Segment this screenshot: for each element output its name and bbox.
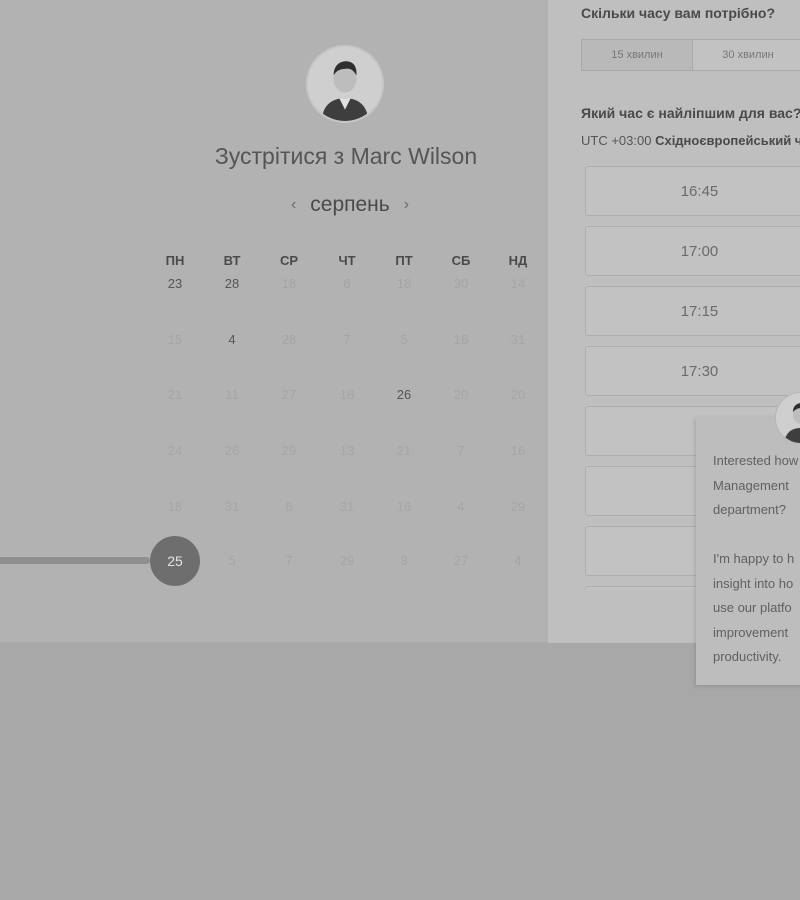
calendar-day: 29 bbox=[281, 443, 297, 458]
calendar-day: 27 bbox=[453, 553, 469, 568]
weekday-label: СБ bbox=[451, 253, 471, 268]
calendar-day: 5 bbox=[228, 553, 236, 568]
month-navigation: ‹ серпень › bbox=[270, 191, 430, 219]
chat-message-line: improvement bbox=[713, 624, 789, 640]
time-slot-label: 17:30 bbox=[680, 362, 719, 380]
calendar-day: 31 bbox=[224, 499, 240, 514]
calendar-day: 18 bbox=[396, 276, 412, 291]
chat-message-line: department? bbox=[713, 502, 786, 517]
chat-message-line bbox=[713, 523, 800, 548]
meet-title: Зустрітися з Marc Wilson bbox=[214, 143, 478, 169]
calendar-day: 13 bbox=[339, 443, 355, 458]
time-slot-label: 17:00 bbox=[680, 242, 719, 260]
time-slot-button[interactable]: 17:00 bbox=[585, 226, 800, 276]
calendar-day: 20 bbox=[510, 387, 526, 402]
calendar-day: 18 bbox=[339, 387, 355, 402]
date-progress-track bbox=[0, 557, 150, 564]
calendar-day: 18 bbox=[167, 499, 183, 514]
chat-message-line: Interested how bbox=[713, 453, 799, 468]
calendar-day[interactable]: 4 bbox=[212, 330, 252, 350]
chat-message-line: productivity. bbox=[713, 649, 782, 664]
calendar-day: 4 bbox=[514, 553, 522, 568]
calendar-day: 14 bbox=[510, 276, 526, 291]
calendar-day: 20 bbox=[453, 387, 469, 402]
weekday-label: ЧТ bbox=[338, 253, 356, 268]
weekday-label: НД bbox=[508, 253, 528, 268]
weekday-label: ВТ bbox=[223, 253, 241, 268]
calendar-day: 29 bbox=[339, 553, 355, 568]
calendar-day: 27 bbox=[281, 387, 297, 402]
weekday-label: ПН bbox=[165, 253, 185, 268]
calendar-day: 31 bbox=[510, 332, 526, 347]
calendar-day: 26 bbox=[224, 443, 240, 458]
calendar-day: 4 bbox=[457, 499, 465, 514]
calendar-day: 16 bbox=[510, 443, 526, 458]
calendar-day: 21 bbox=[167, 387, 183, 402]
calendar-day: 16 bbox=[396, 499, 412, 514]
calendar-day: 7 bbox=[457, 443, 465, 458]
next-month-button[interactable]: › bbox=[404, 196, 409, 214]
calendar-day: 15 bbox=[167, 332, 183, 347]
calendar-day[interactable]: 28 bbox=[212, 274, 252, 294]
calendar-day: 6 bbox=[343, 276, 351, 291]
calendar-day: 8 bbox=[285, 499, 293, 514]
calendar-day: 11 bbox=[225, 387, 239, 402]
calendar-day: 30 bbox=[453, 276, 469, 291]
calendar-day-selected[interactable]: 25 bbox=[150, 536, 200, 586]
chat-message: Interested how Management department? I'm h… bbox=[713, 449, 800, 670]
weekday-label: СР bbox=[279, 253, 299, 268]
calendar-day: 5 bbox=[400, 332, 408, 347]
calendar-day: 7 bbox=[343, 332, 351, 347]
chat-message-line: insight into ho bbox=[713, 575, 794, 591]
chat-message-line: Management bbox=[713, 477, 789, 493]
calendar-day: 16 bbox=[453, 332, 469, 347]
calendar-day: 3 bbox=[400, 553, 408, 568]
weekday-label: ПТ bbox=[395, 253, 413, 268]
calendar-day[interactable]: 23 bbox=[155, 274, 195, 294]
calendar-day: 24 bbox=[167, 443, 183, 458]
time-slot-label: 17:15 bbox=[680, 302, 719, 320]
calendar-day[interactable]: 26 bbox=[384, 385, 424, 405]
calendar-day: 31 bbox=[339, 499, 355, 514]
chat-message-line: use our platfo bbox=[713, 600, 792, 615]
calendar-panel bbox=[0, 0, 548, 642]
calendar-day: 21 bbox=[396, 443, 412, 458]
calendar-day: 7 bbox=[285, 553, 293, 568]
time-slot-button[interactable]: 17:15 bbox=[585, 286, 800, 336]
time-slot-button[interactable]: 17:30 bbox=[585, 346, 800, 396]
calendar-day: 28 bbox=[281, 332, 297, 347]
host-portrait-icon bbox=[308, 47, 382, 121]
host-avatar bbox=[306, 45, 384, 123]
page-background bbox=[0, 643, 800, 900]
time-slot-button[interactable]: 16:45 bbox=[585, 166, 800, 216]
calendar-day: 18 bbox=[281, 276, 297, 291]
calendar-day: 29 bbox=[510, 499, 526, 514]
time-slot-label: 16:45 bbox=[680, 182, 719, 200]
chat-message-line: I'm happy to h bbox=[713, 551, 795, 566]
month-label: серпень bbox=[310, 193, 390, 216]
prev-month-button[interactable]: ‹ bbox=[291, 196, 296, 214]
